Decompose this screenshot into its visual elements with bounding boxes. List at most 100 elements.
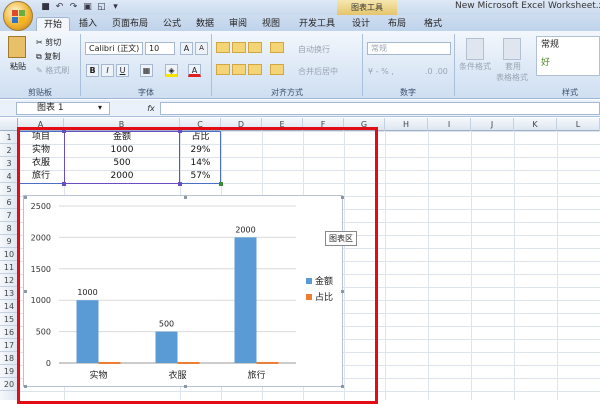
conditional-format-icon[interactable] <box>466 38 484 60</box>
row-header[interactable]: 14 <box>0 300 18 313</box>
select-all-corner[interactable] <box>0 118 18 131</box>
align-top-icon[interactable] <box>216 42 230 53</box>
tab-home[interactable]: 开始 <box>36 17 70 31</box>
decimal-icon[interactable]: .0 .00 <box>425 66 448 77</box>
open-icon[interactable]: ▣ <box>82 2 93 13</box>
row-header[interactable]: 13 <box>0 287 18 300</box>
grow-font-button[interactable]: A <box>180 42 193 55</box>
format-as-table-label: 表格格式 <box>496 73 528 82</box>
tab-design[interactable]: 设计 <box>346 17 376 31</box>
cut-button[interactable]: ✂ 剪切 <box>36 37 61 48</box>
align-left-icon[interactable] <box>216 64 230 75</box>
gridline <box>471 131 472 400</box>
fx-icon[interactable]: fx <box>144 102 158 115</box>
tab-page-layout[interactable]: 页面布局 <box>106 17 154 31</box>
paste-button[interactable]: 粘贴 <box>10 61 26 72</box>
scissors-icon: ✂ <box>36 38 43 47</box>
row-header[interactable]: 7 <box>0 209 18 222</box>
format-as-table-icon[interactable] <box>503 38 521 60</box>
brush-icon: ✎ <box>36 66 43 75</box>
bold-button[interactable]: B <box>86 64 99 77</box>
merge-center-button[interactable]: 合并后居中 <box>298 66 338 77</box>
quick-access-dropdown-icon[interactable]: ▾ <box>110 2 121 13</box>
tab-view[interactable]: 视图 <box>256 17 286 31</box>
orientation-icon[interactable] <box>270 42 284 53</box>
tab-data[interactable]: 数据 <box>190 17 220 31</box>
font-name-select[interactable]: Calibri (正文) <box>85 42 143 55</box>
row-header[interactable]: 3 <box>0 157 18 170</box>
border-icon[interactable]: ▦ <box>140 64 153 77</box>
align-bottom-icon[interactable] <box>248 42 262 53</box>
gridline <box>557 131 558 400</box>
italic-button[interactable]: I <box>101 64 114 77</box>
gridline <box>385 131 386 400</box>
row-header[interactable]: 2 <box>0 144 18 157</box>
align-center-icon[interactable] <box>232 64 246 75</box>
style-normal[interactable]: 常规 <box>541 40 559 51</box>
row-header[interactable]: 8 <box>0 222 18 235</box>
tab-review[interactable]: 审阅 <box>223 17 253 31</box>
row-header[interactable]: 10 <box>0 248 18 261</box>
row-header[interactable]: 11 <box>0 261 18 274</box>
wrap-text-button[interactable]: 自动换行 <box>298 44 330 55</box>
shrink-font-button[interactable]: A <box>195 42 208 55</box>
group-divider <box>454 34 455 96</box>
group-divider <box>211 34 212 96</box>
formula-input[interactable] <box>160 102 600 115</box>
column-header-I[interactable]: I <box>428 118 471 131</box>
row-header[interactable]: 19 <box>0 365 18 378</box>
format-as-table-button[interactable]: 套用 <box>505 61 521 72</box>
tab-format[interactable]: 格式 <box>418 17 448 31</box>
copy-label: 复制 <box>44 52 61 61</box>
row-header[interactable]: 20 <box>0 378 18 391</box>
style-good[interactable]: 好 <box>541 58 550 69</box>
paste-icon[interactable] <box>8 36 26 58</box>
gridline <box>514 131 515 400</box>
align-right-icon[interactable] <box>248 64 262 75</box>
indent-icon[interactable] <box>270 64 284 75</box>
font-size-select[interactable]: 10 <box>145 42 175 55</box>
copy-button[interactable]: ⧉ 复制 <box>36 51 60 62</box>
row-header[interactable]: 12 <box>0 274 18 287</box>
tab-formulas[interactable]: 公式 <box>157 17 187 31</box>
name-box[interactable]: 图表 1 <box>16 102 110 115</box>
row-header[interactable]: 1 <box>0 131 18 144</box>
copy-icon: ⧉ <box>36 52 42 61</box>
column-header-H[interactable]: H <box>385 118 428 131</box>
column-header-L[interactable]: L <box>557 118 600 131</box>
fill-color-icon[interactable]: ◈ <box>165 64 178 77</box>
row-header[interactable]: 17 <box>0 339 18 352</box>
currency-icon[interactable]: ¥ - % , <box>368 66 394 77</box>
highlight-annotation-box <box>17 127 378 404</box>
alignment-group-label: 对齐方式 <box>271 88 303 97</box>
row-header[interactable]: 16 <box>0 326 18 339</box>
tab-insert[interactable]: 插入 <box>73 17 103 31</box>
column-header-K[interactable]: K <box>514 118 557 131</box>
row-header[interactable]: 5 <box>0 183 18 196</box>
tab-layout[interactable]: 布局 <box>382 17 412 31</box>
row-header[interactable]: 9 <box>0 235 18 248</box>
row-header[interactable]: 18 <box>0 352 18 365</box>
styles-group-label: 样式 <box>562 88 578 97</box>
row-header[interactable]: 6 <box>0 196 18 209</box>
font-color-button[interactable]: A <box>188 64 201 77</box>
chart-tools-context-tab: 图表工具 <box>337 0 397 15</box>
row-header[interactable]: 4 <box>0 170 18 183</box>
format-painter-button[interactable]: ✎ 格式刷 <box>36 65 69 76</box>
column-header-J[interactable]: J <box>471 118 514 131</box>
clipboard-group-label: 剪贴板 <box>28 88 52 97</box>
group-divider <box>362 34 363 96</box>
name-box-dropdown-icon[interactable]: ▾ <box>98 103 102 112</box>
underline-button[interactable]: U <box>116 64 129 77</box>
office-logo-icon <box>12 10 25 23</box>
print-preview-icon[interactable]: ◱ <box>96 2 107 13</box>
conditional-format-button[interactable]: 条件格式 <box>459 61 491 72</box>
number-format-select[interactable]: 常规 <box>367 42 451 55</box>
undo-icon[interactable]: ↶ <box>54 2 65 13</box>
row-header[interactable]: 15 <box>0 313 18 326</box>
align-middle-icon[interactable] <box>232 42 246 53</box>
office-button[interactable] <box>3 1 33 31</box>
tab-developer[interactable]: 开发工具 <box>294 17 340 31</box>
save-icon[interactable]: ■ <box>40 2 51 13</box>
redo-icon[interactable]: ↷ <box>68 2 79 13</box>
